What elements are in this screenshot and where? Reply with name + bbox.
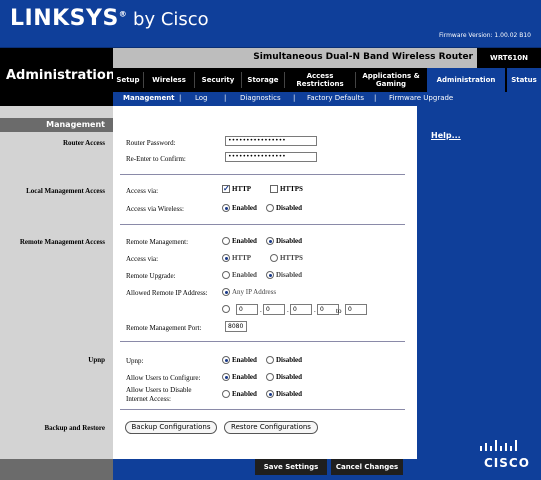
backup-configurations-button[interactable]: Backup Configurations <box>125 421 217 434</box>
allowed-ip-label: Allowed Remote IP Address: <box>126 289 208 297</box>
ip-octet-3[interactable]: 0 <box>290 304 312 315</box>
confirm-password-input[interactable]: •••••••••••••••• <box>225 152 317 162</box>
radio-icon[interactable] <box>222 254 230 262</box>
remote-upgrade-disabled[interactable]: Disabled <box>266 271 302 279</box>
remote-https-option[interactable]: HTTPS <box>270 254 303 262</box>
radio-icon[interactable] <box>266 390 274 398</box>
subtab-firmware-upgrade[interactable]: Firmware Upgrade <box>389 94 453 102</box>
label-backup-restore: Backup and Restore <box>44 424 105 432</box>
model-name: WRT610N <box>477 48 541 68</box>
subtab-diagnostics[interactable]: Diagnostics <box>240 94 281 102</box>
radio-icon[interactable] <box>222 237 230 245</box>
help-link[interactable]: Help... <box>431 131 461 140</box>
subtab-factory-defaults[interactable]: Factory Defaults <box>307 94 364 102</box>
main-tabs: Setup Wireless Security Storage Access R… <box>113 68 541 92</box>
allow-disable-disabled[interactable]: Disabled <box>266 390 302 398</box>
router-password-label: Router Password: <box>126 139 176 147</box>
sub-tabs: Management | Log | Diagnostics | Factory… <box>113 92 541 106</box>
local-access-via-label: Access via: <box>126 187 159 195</box>
local-https-option[interactable]: HTTPS <box>270 185 303 193</box>
firmware-version: Firmware Version: 1.00.02 B10 <box>439 32 531 39</box>
tab-status[interactable]: Status <box>507 68 541 92</box>
confirm-password-label: Re-Enter to Confirm: <box>126 155 186 163</box>
top-banner: LINKSYS® by Cisco Firmware Version: 1.00… <box>0 0 541 48</box>
local-wireless-enabled[interactable]: Enabled <box>222 204 257 212</box>
upnp-disabled[interactable]: Disabled <box>266 356 302 364</box>
upnp-enabled[interactable]: Enabled <box>222 356 257 364</box>
remote-mgmt-enabled[interactable]: Enabled <box>222 237 257 245</box>
local-wireless-label: Access via Wireless: <box>126 205 184 213</box>
router-password-input[interactable]: •••••••••••••••• <box>225 136 317 146</box>
allow-configure-enabled[interactable]: Enabled <box>222 373 257 381</box>
radio-icon[interactable] <box>266 204 274 212</box>
radio-icon[interactable] <box>266 356 274 364</box>
linksys-logo: LINKSYS® by Cisco <box>10 6 209 31</box>
tab-security[interactable]: Security <box>195 68 241 92</box>
label-remote-management: Remote Management Access <box>19 238 105 246</box>
allow-disable-enabled[interactable]: Enabled <box>222 390 257 398</box>
remote-port-input[interactable]: 8080 <box>225 321 247 332</box>
save-settings-button[interactable]: Save Settings <box>255 459 327 475</box>
radio-icon[interactable] <box>222 305 230 313</box>
allow-disable-label-1: Allow Users to Disable <box>126 386 192 394</box>
label-router-access: Router Access <box>62 139 105 147</box>
remote-access-via-label: Access via: <box>126 255 159 263</box>
remote-mgmt-disabled[interactable]: Disabled <box>266 237 302 245</box>
upnp-label: Upnp: <box>126 357 144 365</box>
divider <box>120 341 405 342</box>
divider <box>120 174 405 175</box>
radio-icon[interactable] <box>222 356 230 364</box>
radio-icon[interactable] <box>222 204 230 212</box>
restore-configurations-button[interactable]: Restore Configurations <box>224 421 318 434</box>
radio-icon[interactable] <box>266 271 274 279</box>
footer-left <box>0 459 113 480</box>
ip-octet-1[interactable]: 0 <box>236 304 258 315</box>
product-name: Simultaneous Dual-N Band Wireless Router <box>253 52 473 62</box>
ip-to-label: to <box>336 307 342 315</box>
section-heading: Management <box>0 118 113 132</box>
divider <box>120 409 405 410</box>
remote-http-option[interactable]: HTTP <box>222 254 251 262</box>
radio-icon[interactable] <box>222 390 230 398</box>
allow-configure-disabled[interactable]: Disabled <box>266 373 302 381</box>
allow-disable-label-2: Internet Access: <box>126 395 171 403</box>
allow-configure-label: Allow Users to Configure: <box>126 374 201 382</box>
tab-access-restrictions[interactable]: Access Restrictions <box>285 68 355 92</box>
specific-ip-option[interactable] <box>222 305 230 313</box>
help-panel <box>417 106 541 459</box>
checkbox-icon[interactable] <box>270 185 278 193</box>
cancel-changes-button[interactable]: Cancel Changes <box>331 459 403 475</box>
page-title: Administration <box>6 68 116 83</box>
tab-storage[interactable]: Storage <box>242 68 284 92</box>
tab-wireless[interactable]: Wireless <box>144 68 194 92</box>
radio-icon[interactable] <box>222 288 230 296</box>
left-sidebar: Management Router Access Local Managemen… <box>0 106 113 459</box>
subtab-management[interactable]: Management <box>123 94 175 102</box>
remote-port-label: Remote Management Port: <box>126 324 202 332</box>
radio-icon[interactable] <box>266 373 274 381</box>
radio-icon[interactable] <box>266 237 274 245</box>
divider <box>120 224 405 225</box>
radio-icon[interactable] <box>270 254 278 262</box>
subtab-log[interactable]: Log <box>195 94 208 102</box>
ip-octet-2[interactable]: 0 <box>263 304 285 315</box>
remote-mgmt-label: Remote Management: <box>126 238 189 246</box>
label-local-management: Local Management Access <box>26 187 105 195</box>
local-http-option[interactable]: ✓ HTTP <box>222 185 251 193</box>
cisco-wordmark: CISCO <box>484 456 530 470</box>
ip-range-end[interactable]: 0 <box>345 304 367 315</box>
any-ip-option[interactable]: Any IP Address <box>222 288 276 296</box>
checkbox-icon[interactable]: ✓ <box>222 185 230 193</box>
tab-applications-gaming[interactable]: Applications & Gaming <box>356 68 426 92</box>
label-upnp: Upnp <box>88 356 105 364</box>
remote-upgrade-label: Remote Upgrade: <box>126 272 176 280</box>
remote-upgrade-enabled[interactable]: Enabled <box>222 271 257 279</box>
tab-setup[interactable]: Setup <box>113 68 143 92</box>
tab-administration[interactable]: Administration <box>427 68 505 92</box>
radio-icon[interactable] <box>222 271 230 279</box>
cisco-logo-icon <box>480 440 517 451</box>
local-wireless-disabled[interactable]: Disabled <box>266 204 302 212</box>
radio-icon[interactable] <box>222 373 230 381</box>
